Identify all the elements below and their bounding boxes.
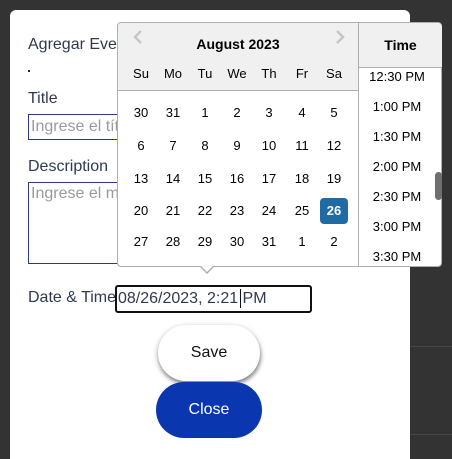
calendar-day[interactable]: 17 <box>255 166 283 192</box>
time-header: Time <box>359 23 442 68</box>
weekday-label: Fr <box>295 66 309 81</box>
datetime-label: Date & Time <box>28 289 117 306</box>
time-option[interactable]: 2:00 PM <box>359 159 435 174</box>
calendar-day[interactable]: 2 <box>320 229 348 255</box>
calendar-day[interactable]: 14 <box>159 166 187 192</box>
weekday-label: Su <box>133 66 149 81</box>
time-option[interactable]: 1:30 PM <box>359 129 435 144</box>
calendar-day[interactable]: 22 <box>191 198 219 224</box>
time-option[interactable]: 3:00 PM <box>359 219 435 234</box>
month-title: August 2023 <box>196 36 280 52</box>
datepicker-pointer-fill <box>200 265 214 272</box>
calendar-day[interactable]: 30 <box>223 229 251 255</box>
time-option[interactable]: 3:30 PM <box>359 249 435 264</box>
calendar-day[interactable]: 28 <box>159 229 187 255</box>
calendar-day[interactable]: 19 <box>320 166 348 192</box>
weekday-label: Tu <box>197 66 213 81</box>
calendar-day[interactable]: 27 <box>127 229 155 255</box>
calendar-day[interactable]: 1 <box>288 229 316 255</box>
calendar-day[interactable]: 9 <box>223 133 251 159</box>
calendar-day[interactable]: 10 <box>255 133 283 159</box>
calendar-day[interactable]: 13 <box>127 166 155 192</box>
calendar-day[interactable]: 7 <box>159 133 187 159</box>
save-button[interactable]: Save <box>158 325 260 381</box>
calendar-day[interactable]: 8 <box>191 133 219 159</box>
chevron-right-icon[interactable] <box>330 27 350 47</box>
calendar-day[interactable]: 29 <box>191 229 219 255</box>
calendar-day[interactable]: 30 <box>127 100 155 126</box>
weekday-label: Sa <box>326 66 342 81</box>
weekday-label: We <box>227 66 247 81</box>
calendar-day[interactable]: 31 <box>255 229 283 255</box>
calendar-day[interactable]: 2 <box>223 100 251 126</box>
calendar-day[interactable]: 24 <box>255 198 283 224</box>
calendar-day[interactable]: 5 <box>320 100 348 126</box>
modal-title: Agregar Eve <box>28 36 117 53</box>
calendar-day[interactable]: 1 <box>191 100 219 126</box>
title-label: Title <box>28 90 58 107</box>
text-cursor <box>240 289 241 308</box>
calendar-day[interactable]: 16 <box>223 166 251 192</box>
calendar-day[interactable]: 12 <box>320 133 348 159</box>
time-list: 12:30 PM 1:00 PM 1:30 PM 2:00 PM 2:30 PM… <box>359 68 442 266</box>
time-scrollbar[interactable] <box>435 172 442 200</box>
description-label: Description <box>28 158 109 175</box>
backdrop-divider <box>410 346 452 347</box>
calendar-day[interactable]: 3 <box>255 100 283 126</box>
calendar-day[interactable]: 4 <box>288 100 316 126</box>
calendar-day[interactable]: 6 <box>127 133 155 159</box>
title-input[interactable] <box>28 114 128 140</box>
datepicker-popup: August 2023 Su Mo Tu We Th Fr Sa 30 31 1 2 3… <box>117 22 442 267</box>
calendar-day[interactable]: 21 <box>159 198 187 224</box>
description-input[interactable] <box>28 182 128 264</box>
close-button[interactable]: Close <box>156 382 262 438</box>
calendar-day[interactable]: 23 <box>223 198 251 224</box>
datetime-input[interactable] <box>115 285 312 313</box>
calendar-day[interactable]: 15 <box>191 166 219 192</box>
weekday-label: Mo <box>163 66 183 81</box>
time-option[interactable]: 1:00 PM <box>359 99 435 114</box>
calendar-day-selected[interactable]: 26 <box>320 198 348 224</box>
backdrop-divider <box>410 434 452 435</box>
calendar-day[interactable]: 18 <box>288 166 316 192</box>
calendar-day[interactable]: 31 <box>159 100 187 126</box>
time-option[interactable]: 12:30 PM <box>359 69 435 84</box>
time-option[interactable]: 2:30 PM <box>359 189 435 204</box>
time-column: Time 12:30 PM 1:00 PM 1:30 PM 2:00 PM 2:… <box>358 23 442 266</box>
calendar-day[interactable]: 20 <box>127 198 155 224</box>
calendar-day[interactable]: 11 <box>288 133 316 159</box>
calendar-day[interactable]: 25 <box>288 198 316 224</box>
calendar-header: August 2023 Su Mo Tu We Th Fr Sa <box>118 23 358 91</box>
weekday-label: Th <box>261 66 277 81</box>
bullet-dot <box>28 70 30 72</box>
